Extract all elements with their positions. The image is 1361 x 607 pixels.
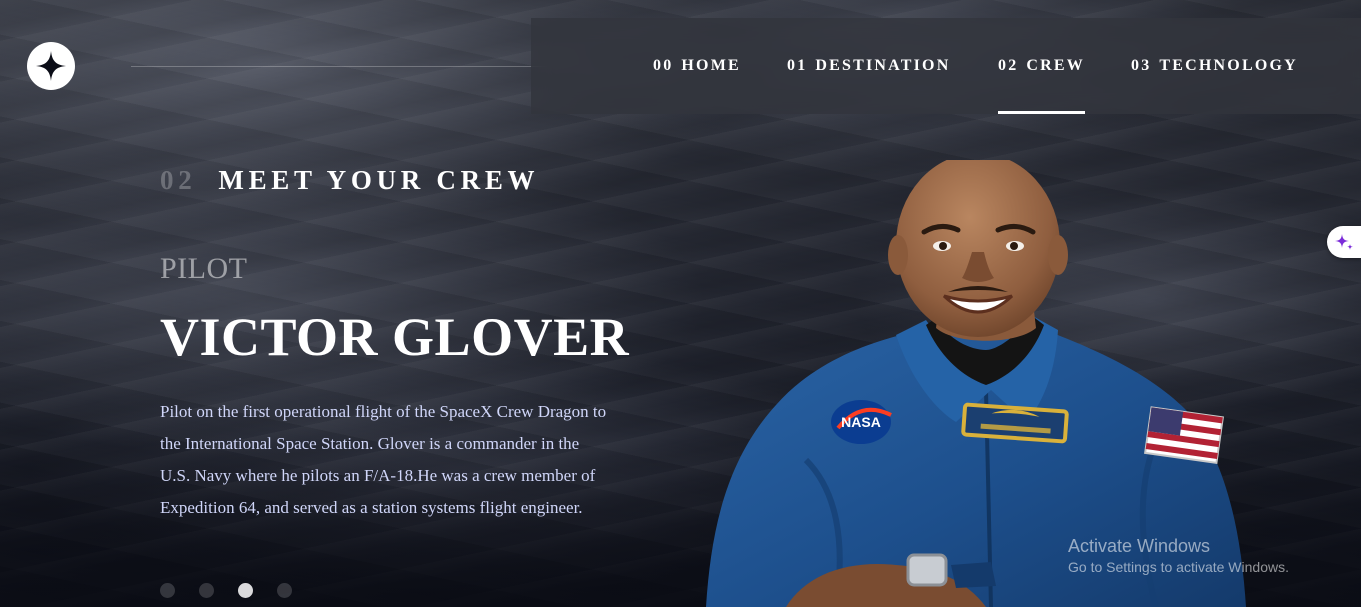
assistant-widget[interactable] bbox=[1327, 226, 1361, 258]
slide-dot-4[interactable] bbox=[277, 583, 292, 598]
watermark-subtitle: Go to Settings to activate Windows. bbox=[1068, 559, 1289, 575]
nav-home[interactable]: 00 HOME bbox=[653, 18, 741, 114]
nav-technology-label: TECHNOLOGY bbox=[1159, 57, 1298, 74]
slide-dot-2[interactable] bbox=[199, 583, 214, 598]
main-nav: 00 HOME 01 DESTINATION 02 CREW 03 TECHNO… bbox=[531, 18, 1361, 114]
nav-home-label: HOME bbox=[681, 57, 741, 74]
nav-destination[interactable]: 01 DESTINATION bbox=[787, 18, 950, 114]
nav-technology[interactable]: 03 TECHNOLOGY bbox=[1131, 18, 1298, 114]
watermark-title: Activate Windows bbox=[1068, 536, 1211, 556]
nav-technology-number: 03 bbox=[1131, 57, 1152, 74]
crew-name: VICTOR GLOVER bbox=[160, 307, 630, 367]
page-heading-label: MEET YOUR CREW bbox=[218, 165, 540, 195]
star-icon bbox=[36, 51, 66, 81]
slide-dot-3[interactable] bbox=[238, 583, 253, 598]
logo[interactable] bbox=[27, 42, 75, 90]
crew-role: PILOT bbox=[160, 252, 248, 285]
nav-crew[interactable]: 02 CREW bbox=[998, 18, 1085, 114]
page-heading: 02 MEET YOUR CREW bbox=[160, 165, 539, 196]
activation-watermark: Activate Windows Go to Settings to activ… bbox=[1068, 535, 1289, 576]
page-heading-number: 02 bbox=[160, 165, 197, 195]
nav-crew-label: CREW bbox=[1026, 57, 1085, 74]
slide-dot-1[interactable] bbox=[160, 583, 175, 598]
nav-destination-number: 01 bbox=[787, 57, 808, 74]
nav-destination-label: DESTINATION bbox=[815, 57, 951, 74]
sparkle-icon bbox=[1335, 234, 1353, 250]
nav-home-number: 00 bbox=[653, 57, 674, 74]
nav-crew-number: 02 bbox=[998, 57, 1019, 74]
svg-text:NASA: NASA bbox=[841, 414, 881, 430]
crew-bio: Pilot on the first operational flight of… bbox=[160, 402, 607, 517]
slide-dots bbox=[160, 583, 292, 598]
